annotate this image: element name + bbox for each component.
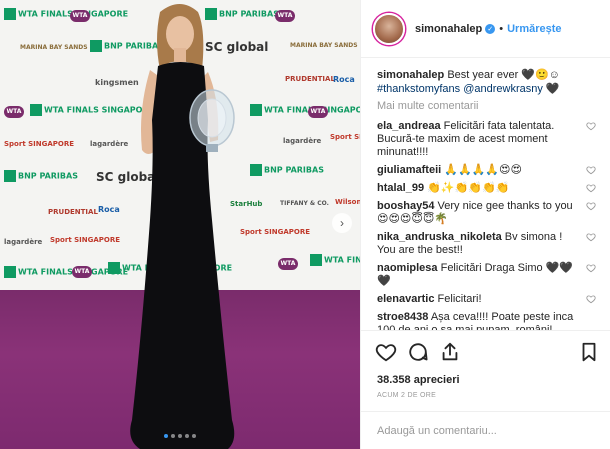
- bookmark-icon[interactable]: [578, 341, 600, 363]
- chevron-right-icon: ›: [340, 216, 344, 230]
- post-photo[interactable]: WTA FINALS SINGAPORE WTA BNP PARIBAS WTA…: [0, 0, 360, 449]
- comment-username[interactable]: htalal_99: [377, 182, 424, 194]
- comment-username[interactable]: nika_andruska_nikoleta: [377, 231, 502, 243]
- comment-username[interactable]: elenavartic: [377, 293, 434, 305]
- sponsor-logo: lagardère: [4, 238, 43, 246]
- comment-item: naomiplesa Felicitări Draga Simo 🖤🖤🖤: [377, 262, 598, 288]
- caption-username[interactable]: simonahalep: [377, 69, 444, 81]
- verified-badge-icon: ✓: [485, 23, 496, 34]
- sponsor-logo: WTA FINALS SINGAPORE: [310, 254, 360, 266]
- heart-icon[interactable]: [586, 232, 596, 242]
- comment-text: 🙏🙏🙏🙏😍😍: [444, 164, 522, 176]
- wta-logo: WTA: [278, 258, 298, 270]
- comment-text: Felicitari!: [437, 293, 482, 305]
- heart-icon[interactable]: [586, 294, 596, 304]
- caption-tail: 🖤: [545, 83, 560, 95]
- carousel-dot: [185, 434, 189, 438]
- heart-icon[interactable]: [586, 183, 596, 193]
- comments-list[interactable]: simonahalep Best year ever 🖤🙂☺ #thanksto…: [361, 58, 610, 330]
- follow-button[interactable]: Urmărește: [507, 23, 561, 35]
- sponsor-logo: WTA FINALS SINGAPORE: [250, 104, 360, 116]
- carousel-indicator: [0, 434, 360, 438]
- comment-item: giuliamafteii 🙏🙏🙏🙏😍😍: [377, 164, 598, 177]
- sponsor-logo: Sport SINGAPORE: [50, 236, 121, 244]
- heart-icon[interactable]: [586, 263, 596, 273]
- comment-item: htalal_99 👏✨👏👏👏👏: [377, 182, 598, 195]
- heart-icon[interactable]: [375, 341, 397, 363]
- sponsor-logo: Sport SINGAPORE: [4, 140, 75, 148]
- athlete-figure: [130, 4, 235, 449]
- post-actions-bar: [361, 330, 610, 372]
- carousel-dot: [164, 434, 168, 438]
- sponsor-logo: MARINA BAY SANDS: [20, 44, 88, 51]
- comment-username[interactable]: ela_andreaa: [377, 120, 441, 132]
- likes-count[interactable]: 38.358 aprecieri: [361, 374, 610, 386]
- carousel-dot: [192, 434, 196, 438]
- heart-icon[interactable]: [586, 201, 596, 211]
- sponsor-logo: PRUDENTIAL: [48, 208, 98, 216]
- add-comment-input[interactable]: [377, 424, 594, 437]
- wta-logo: WTA: [275, 10, 295, 22]
- wta-logo: WTA: [308, 106, 328, 118]
- comment-item: ela_andreaa Felicitări fata talentata. B…: [377, 120, 598, 159]
- separator-dot: •: [499, 22, 504, 35]
- sponsor-logo: Wilson: [335, 198, 360, 206]
- share-icon[interactable]: [439, 341, 461, 363]
- heart-icon[interactable]: [586, 121, 596, 131]
- comment-item: nika_andruska_nikoleta Bv simona ! You a…: [377, 231, 598, 257]
- sponsor-logo: Sport SINGAPORE: [240, 228, 311, 236]
- post-caption: simonahalep Best year ever 🖤🙂☺ #thanksto…: [377, 68, 598, 96]
- comment-username[interactable]: stroe8438: [377, 311, 428, 323]
- sponsor-logo: MARINA BAY SANDS: [290, 42, 358, 49]
- post-timestamp[interactable]: ACUM 2 DE ORE: [361, 392, 610, 399]
- sponsor-logo: Sport SINGAPORE: [330, 133, 360, 141]
- instagram-post-modal: WTA FINALS SINGAPORE WTA BNP PARIBAS WTA…: [0, 0, 610, 449]
- avatar[interactable]: [373, 12, 405, 45]
- sponsor-logo: BNP PARIBAS: [250, 164, 324, 176]
- wta-logo: WTA: [4, 106, 24, 118]
- sponsor-logo: Roca: [333, 75, 355, 84]
- comment-bubble-icon[interactable]: [407, 341, 429, 363]
- post-header: simonahalep ✓ • Urmărește: [361, 0, 610, 58]
- sponsor-logo: TIFFANY & CO.: [280, 200, 329, 207]
- comment-text: 👏✨👏👏👏👏: [427, 182, 510, 194]
- caption-tags[interactable]: #thankstomyfans @andrewkrasny: [377, 83, 543, 95]
- post-side-panel: simonahalep ✓ • Urmărește simonahalep Be…: [360, 0, 610, 449]
- sponsor-logo: PRUDENTIAL: [285, 75, 335, 83]
- carousel-dot: [178, 434, 182, 438]
- comment-username[interactable]: giuliamafteii: [377, 164, 441, 176]
- comment-username[interactable]: booshay54: [377, 200, 434, 212]
- sponsor-logo: WTA FINALS SINGAPORE: [4, 8, 128, 20]
- wta-logo: WTA: [70, 10, 90, 22]
- comment-item: stroe8438 Așa ceva!!!! Poate peste inca …: [377, 311, 598, 330]
- sponsor-logo: BNP PARIBAS: [4, 170, 78, 182]
- heart-icon[interactable]: [586, 165, 596, 175]
- next-photo-button[interactable]: ›: [332, 213, 352, 233]
- wta-logo: WTA: [72, 266, 92, 278]
- comment-item: booshay54 Very nice gee thanks to you 😍😍…: [377, 200, 598, 226]
- comment-username[interactable]: naomiplesa: [377, 262, 438, 274]
- comment-item: elenavartic Felicitari!: [377, 293, 598, 306]
- load-more-comments-button[interactable]: Mai multe comentarii: [377, 100, 598, 112]
- sponsor-logo: Roca: [98, 205, 120, 214]
- add-comment-form: [361, 411, 610, 449]
- caption-text: Best year ever 🖤🙂☺: [447, 69, 560, 81]
- sponsor-logo: lagardère: [283, 137, 322, 145]
- author-username[interactable]: simonahalep: [415, 23, 482, 35]
- carousel-dot: [171, 434, 175, 438]
